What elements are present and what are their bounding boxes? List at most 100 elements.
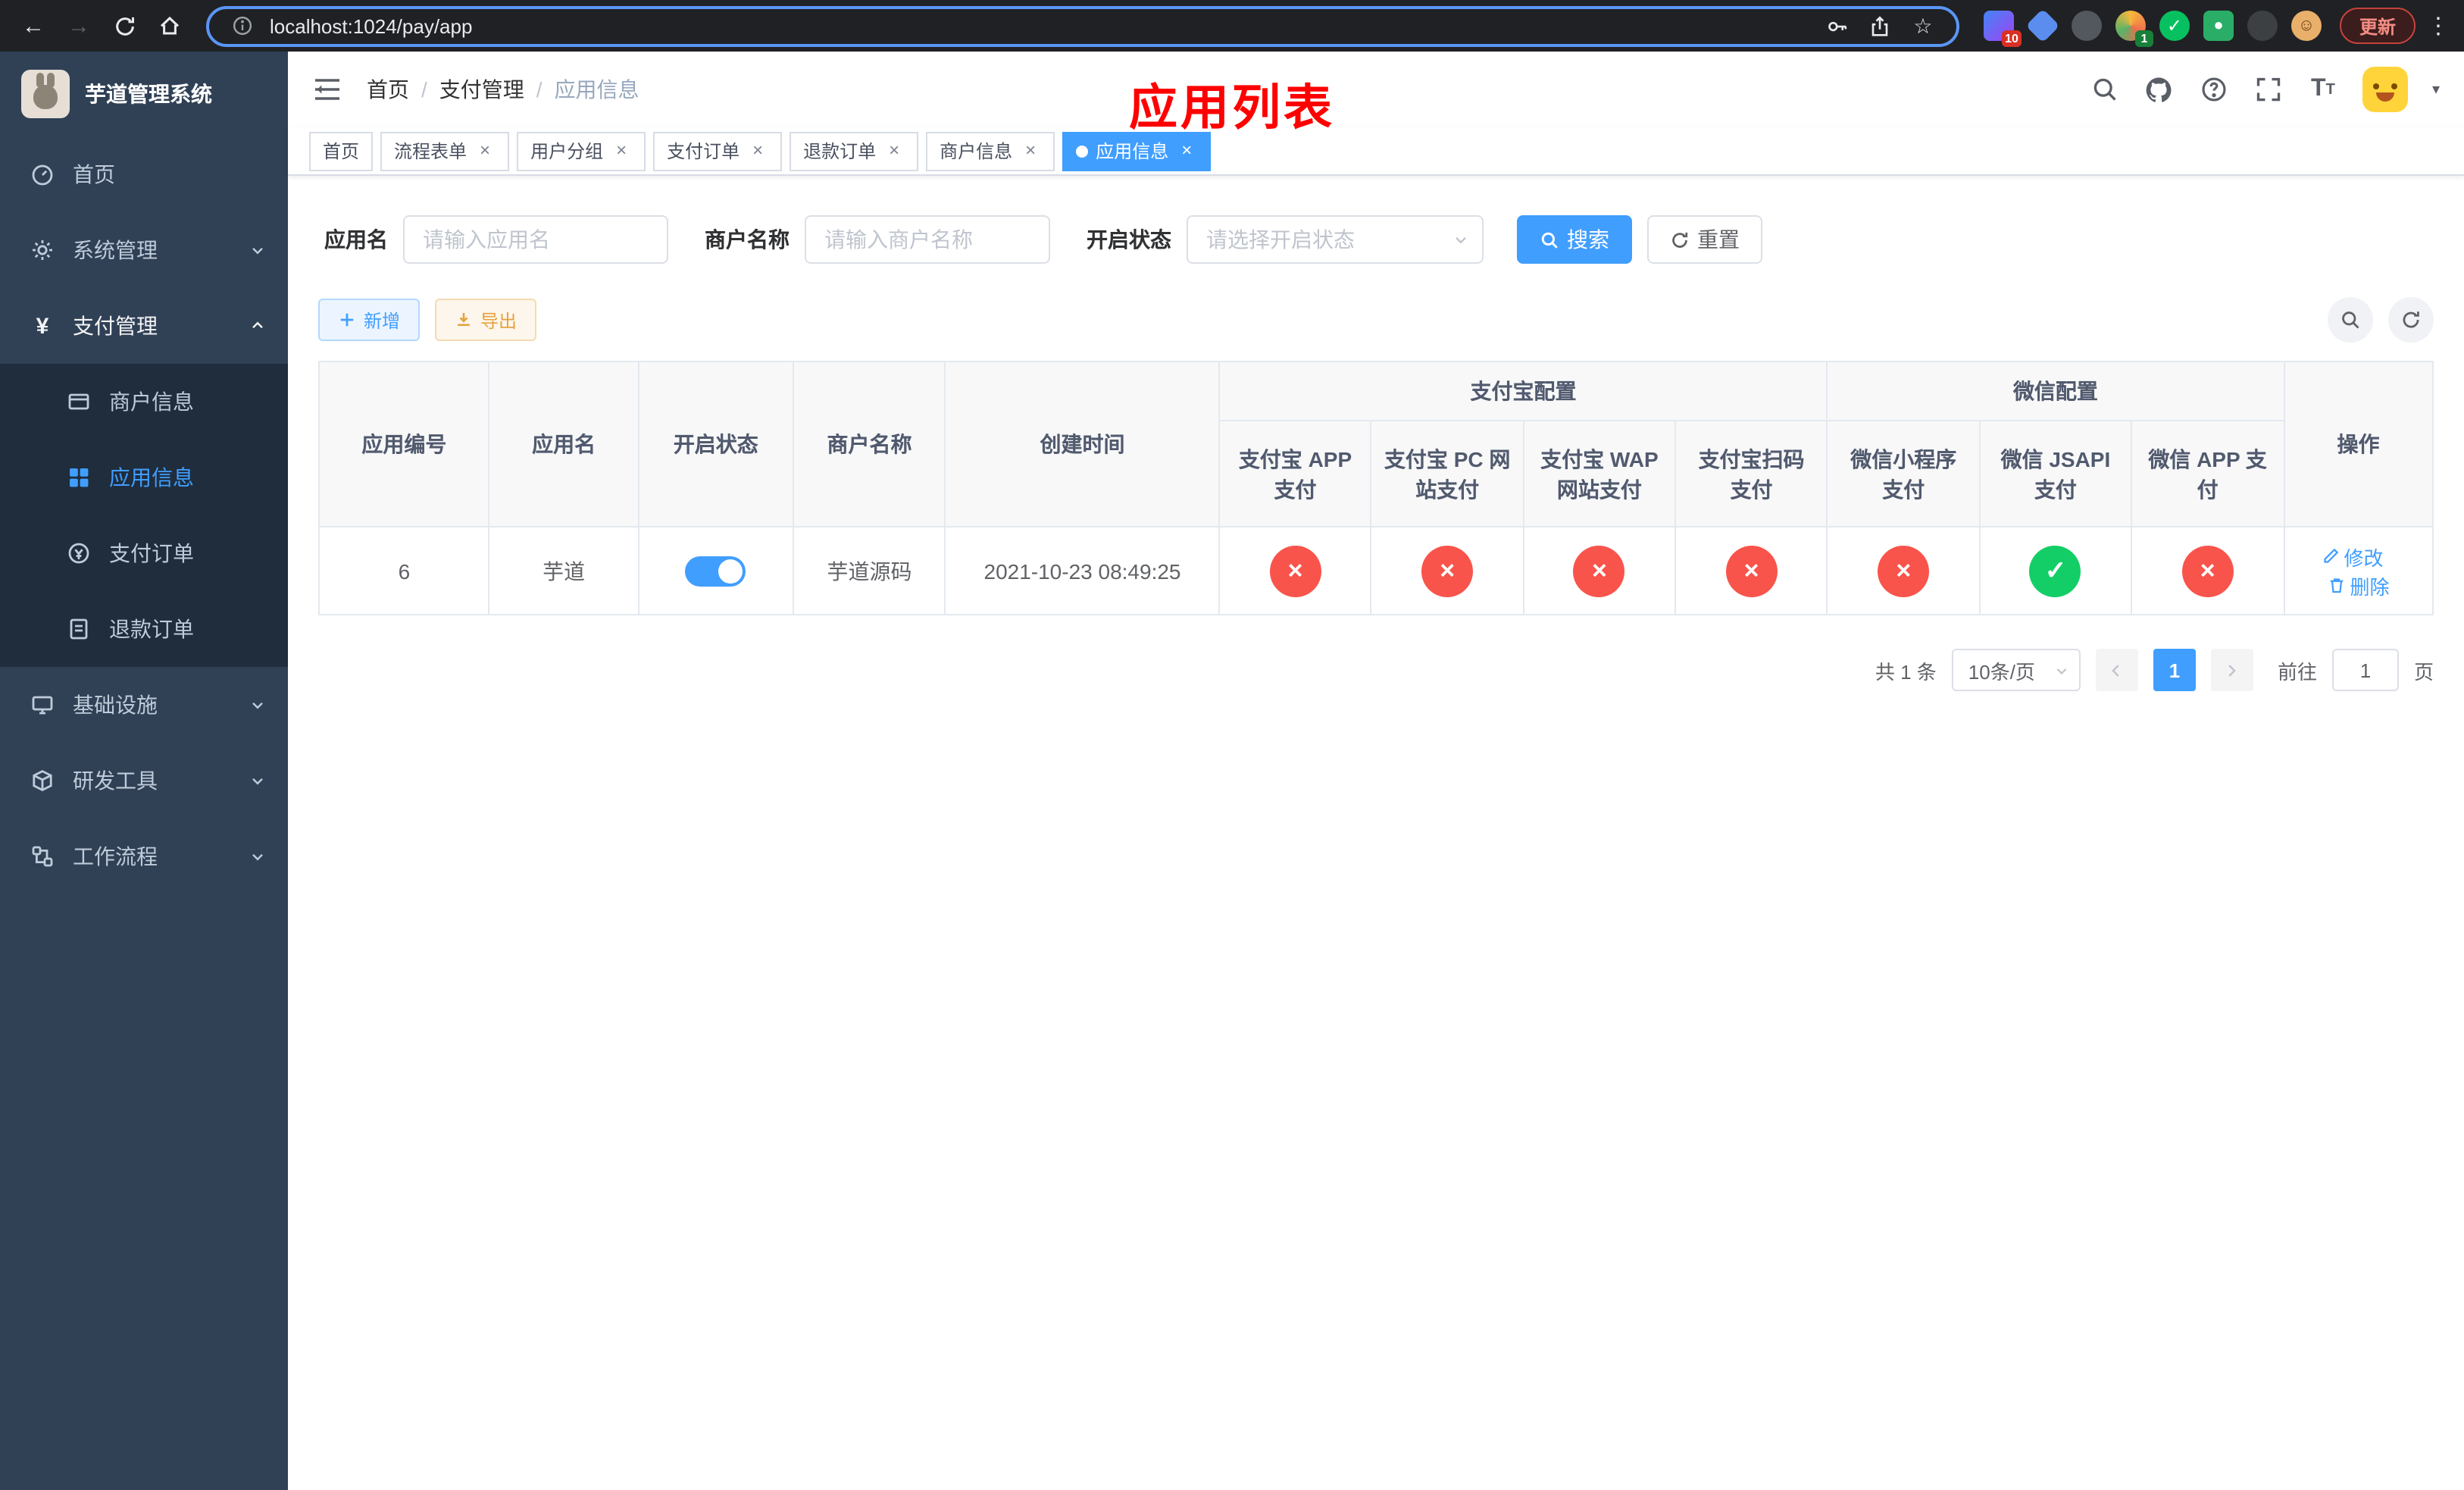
sidebar-item-refund-orders[interactable]: 退款订单 [0, 591, 288, 667]
tab-refund-orders[interactable]: 退款订单 × [790, 131, 919, 171]
breadcrumb: 首页 / 支付管理 / 应用信息 [367, 74, 639, 105]
page-number-1[interactable]: 1 [2153, 649, 2196, 691]
merchant-name-input[interactable] [805, 215, 1050, 264]
next-page-button[interactable] [2210, 649, 2253, 691]
dashboard-icon [30, 162, 55, 186]
pagination-total: 共 1 条 [1875, 660, 1937, 683]
reset-button[interactable]: 重置 [1647, 215, 1762, 264]
sidebar-toggle-icon[interactable] [312, 73, 346, 106]
add-button[interactable]: 新增 [318, 299, 421, 341]
pencil-icon [2323, 548, 2338, 563]
delete-link[interactable]: 删除 [2327, 571, 2390, 599]
sidebar-item-payment[interactable]: ¥ 支付管理 [0, 288, 288, 364]
col-header-alipay-app: 支付宝 APP 支付 [1218, 420, 1372, 527]
tab-close-icon[interactable]: × [474, 139, 496, 161]
screen: ← → localhost:1024/pay/app ☆ 10 1 ✓ ● ☺ … [0, 0, 2464, 1490]
document-icon [67, 617, 91, 641]
extension-translator-icon[interactable]: 1 [2115, 11, 2153, 47]
sidebar-item-pay-orders[interactable]: 支付订单 [0, 515, 288, 591]
toggle-search-button[interactable] [2328, 297, 2373, 343]
cube-icon [30, 768, 55, 793]
sidebar-item-system[interactable]: 系统管理 [0, 212, 288, 288]
share-icon[interactable] [1865, 11, 1896, 41]
col-header-wechat-mini: 微信小程序支付 [1826, 420, 1981, 527]
tab-close-icon[interactable]: × [1020, 139, 1041, 161]
extension-wechat-check-icon[interactable]: ✓ [2159, 11, 2190, 41]
tab-merchant-info[interactable]: 商户信息 × [926, 131, 1055, 171]
extension-badge: 1 [2134, 30, 2153, 47]
export-button-label: 导出 [480, 310, 518, 331]
sidebar-item-merchant-info[interactable]: 商户信息 [0, 364, 288, 440]
chevron-down-icon [249, 241, 267, 259]
chevron-up-icon [249, 317, 267, 335]
add-button-label: 新增 [364, 310, 401, 331]
bookmark-star-icon[interactable]: ☆ [1908, 11, 1938, 41]
user-menu-caret-icon[interactable]: ▾ [2432, 81, 2440, 98]
card-icon [67, 390, 91, 414]
search-icon[interactable] [2090, 74, 2120, 105]
sidebar: 芋道管理系统 首页 系统管理 ¥ 支付管理 商户信息 应用信息 支付订单 退款订… [0, 52, 288, 1490]
tab-close-icon[interactable]: × [611, 139, 632, 161]
tab-process-form[interactable]: 流程表单 × [380, 131, 510, 171]
search-icon [1541, 231, 1558, 248]
browser-menu-icon[interactable]: ⋮ [2425, 12, 2452, 39]
refresh-table-button[interactable] [2388, 297, 2434, 343]
edit-link[interactable]: 修改 [2321, 542, 2384, 571]
extension-diamond-icon[interactable] [2025, 8, 2060, 43]
col-header-status: 开启状态 [637, 361, 795, 527]
cell-app-name: 芋道 [488, 526, 639, 615]
browser-back-button[interactable]: ← [12, 5, 55, 47]
goto-page-input[interactable] [2331, 649, 2399, 691]
tab-pay-orders[interactable]: 支付订单 × [653, 131, 783, 171]
breadcrumb-home[interactable]: 首页 [367, 74, 409, 105]
cell-status [637, 526, 795, 615]
tab-close-icon[interactable]: × [1176, 139, 1197, 161]
browser-reload-button[interactable] [103, 5, 145, 47]
app-title: 芋道管理系统 [85, 82, 212, 106]
password-key-icon[interactable] [1823, 11, 1853, 41]
sidebar-item-app-info[interactable]: 应用信息 [0, 440, 288, 515]
search-button[interactable]: 搜索 [1517, 215, 1632, 264]
tab-user-group[interactable]: 用户分组 × [517, 131, 646, 171]
sidebar-item-home[interactable]: 首页 [0, 136, 288, 212]
github-icon[interactable] [2144, 74, 2175, 105]
enabled-switch[interactable] [685, 556, 746, 586]
tab-app-info[interactable]: 应用信息 × [1062, 131, 1212, 171]
breadcrumb-section[interactable]: 支付管理 [439, 74, 524, 105]
site-info-icon[interactable] [227, 11, 258, 41]
sidebar-item-infrastructure[interactable]: 基础设施 [0, 667, 288, 743]
navbar-actions: TT ▾ [2090, 67, 2440, 112]
cell-wechat-app: × [2131, 526, 2285, 615]
tab-close-icon[interactable]: × [883, 139, 905, 161]
help-icon[interactable] [2199, 74, 2229, 105]
user-avatar[interactable] [2362, 67, 2408, 112]
status-cross-icon: × [1878, 545, 1930, 596]
reset-button-label: 重置 [1697, 227, 1740, 252]
prev-page-button[interactable] [2095, 649, 2138, 691]
main-panel: 首页 / 支付管理 / 应用信息 T T ▾ 首页 流程表单 × 用户分组 × … [288, 52, 2464, 1490]
profile-avatar-icon[interactable]: ☺ [2290, 11, 2322, 41]
grid-icon [67, 465, 91, 490]
browser-home-button[interactable] [149, 5, 191, 47]
url-bar[interactable]: localhost:1024/pay/app ☆ [206, 5, 1959, 46]
page-size-select[interactable]: 10条/页 [1951, 649, 2081, 691]
table-row: 6 芋道 芋道源码 2021-10-23 08:49:25 × × × × × [317, 526, 2434, 615]
browser-forward-button[interactable]: → [58, 5, 100, 47]
tab-home[interactable]: 首页 [309, 131, 374, 171]
fullscreen-icon[interactable] [2253, 74, 2284, 105]
sidebar-item-workflow[interactable]: 工作流程 [0, 819, 288, 894]
export-button[interactable]: 导出 [435, 299, 537, 341]
extensions-puzzle-icon[interactable] [2247, 11, 2278, 41]
font-size-icon[interactable]: TT [2308, 74, 2338, 105]
extension-dark-icon[interactable] [2071, 11, 2102, 41]
status-select[interactable]: 请选择开启状态 [1187, 215, 1484, 264]
extension-chat-icon[interactable]: ● [2203, 11, 2234, 41]
browser-update-button[interactable]: 更新 [2339, 8, 2416, 44]
extension-badge: 10 [2002, 30, 2022, 47]
app-name-input[interactable] [403, 215, 668, 264]
extension-blocker-icon[interactable]: 10 [1983, 11, 2022, 47]
sidebar-item-dev-tools[interactable]: 研发工具 [0, 743, 288, 819]
reload-icon [115, 16, 133, 35]
app-logo-row[interactable]: 芋道管理系统 [0, 52, 288, 136]
tab-close-icon[interactable]: × [747, 139, 768, 161]
